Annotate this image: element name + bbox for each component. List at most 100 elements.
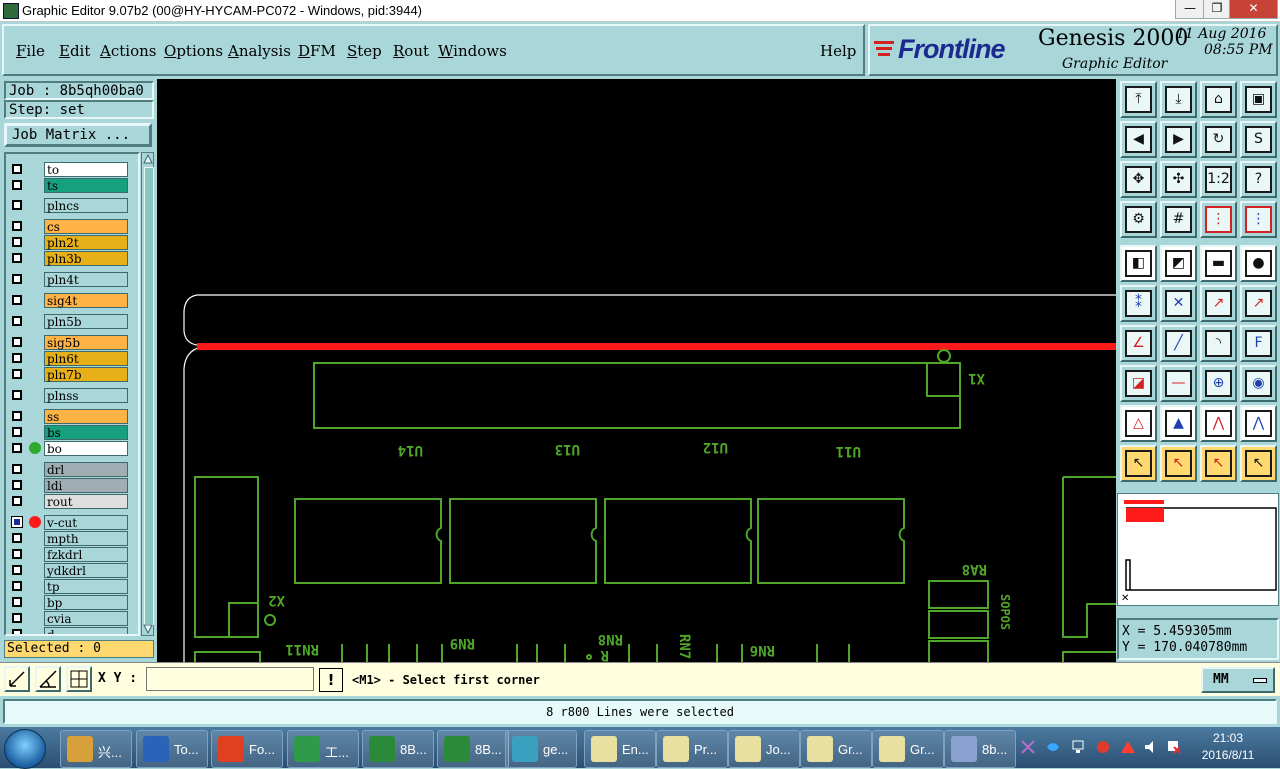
layer-name[interactable]: drl [44, 462, 128, 477]
taskbar-button[interactable]: Jo... [728, 730, 800, 768]
tray-security-icon[interactable] [1095, 739, 1111, 755]
scrollbar-thumb[interactable] [144, 167, 154, 625]
ruler-button[interactable]: ▬ [1200, 245, 1237, 282]
fit-window-button[interactable]: ▣ [1240, 81, 1277, 118]
menu-help[interactable]: Help [820, 42, 856, 60]
select-circle-button[interactable]: ↖ [1200, 445, 1237, 482]
layer-row[interactable]: tp [8, 579, 128, 594]
select-box-button[interactable]: ↖ [1160, 445, 1197, 482]
minimap-drawing[interactable]: ✕ [1118, 494, 1278, 605]
layer-checkbox[interactable] [12, 221, 22, 231]
zoom-in-button[interactable]: ✥ [1120, 161, 1157, 198]
taskbar-button[interactable]: 工... [287, 730, 359, 768]
zoom-page-button[interactable]: ⤓ [1160, 81, 1197, 118]
layer-row[interactable]: rout [8, 494, 128, 509]
text-button[interactable]: F [1240, 325, 1277, 362]
layer-name[interactable]: to [44, 162, 128, 177]
layer-checkbox[interactable] [12, 480, 22, 490]
menu-windows[interactable]: Windows [438, 42, 507, 60]
taskbar-button[interactable]: ge... [505, 730, 577, 768]
shape-button[interactable]: ◩ [1160, 245, 1197, 282]
move-button[interactable]: ↗ [1240, 285, 1277, 322]
layer-checkbox[interactable] [12, 390, 22, 400]
menu-file[interactable]: File [16, 42, 45, 60]
menu-dfm[interactable]: DFM [298, 42, 336, 60]
layer-name[interactable]: ts [44, 178, 128, 193]
menu-analysis[interactable]: Analysis [228, 42, 291, 60]
triangle-red-button[interactable]: △ [1120, 405, 1157, 442]
clock-date[interactable]: 2016/8/11 [1196, 748, 1260, 762]
layer-checkbox[interactable] [12, 597, 22, 607]
layer-name[interactable]: plncs [44, 198, 128, 213]
layer-checkbox[interactable] [12, 549, 22, 559]
layer-checkbox[interactable] [12, 369, 22, 379]
layer-name[interactable]: pln4t [44, 272, 128, 287]
layer-name[interactable]: bp [44, 595, 128, 610]
menu-actions[interactable]: Actions [100, 42, 156, 60]
layer-list-scrollbar[interactable] [141, 152, 154, 636]
ic-u11[interactable] [757, 498, 905, 584]
layer-row[interactable]: drl [8, 462, 128, 477]
layer-name[interactable]: plnss [44, 388, 128, 403]
tray-flag-icon[interactable] [1166, 739, 1182, 755]
layer-row[interactable]: pln4t [8, 272, 128, 287]
ic-u13[interactable] [449, 498, 597, 584]
pad-button[interactable]: ● [1240, 245, 1277, 282]
layer-name[interactable]: ldi [44, 478, 128, 493]
taskbar-button[interactable]: Pr... [656, 730, 728, 768]
tray-ime-icon[interactable] [1020, 739, 1036, 755]
layer-row[interactable]: bs [8, 425, 128, 440]
graphic-canvas[interactable]: U14 U13 U12 U11 X1 X2 RA8 RN11 RN9 RN8 R… [157, 79, 1116, 662]
units-selector[interactable]: MM [1201, 667, 1275, 693]
film-button[interactable]: ◧ [1120, 245, 1157, 282]
layer-row[interactable]: ldi [8, 478, 128, 493]
layer-checkbox[interactable] [12, 353, 22, 363]
snap-button[interactable]: S [1240, 121, 1277, 158]
layer-checkbox[interactable] [12, 253, 22, 263]
clock-time[interactable]: 21:03 [1196, 731, 1260, 745]
resistor-ra8[interactable] [928, 580, 989, 609]
help-button[interactable]: ? [1240, 161, 1277, 198]
select-path-button[interactable]: ↖ [1240, 445, 1277, 482]
menu-step[interactable]: Step [347, 42, 382, 60]
layer-row[interactable]: cvia [8, 611, 128, 626]
taskbar-button[interactable]: Gr... [872, 730, 944, 768]
line-button[interactable]: ╱ [1160, 325, 1197, 362]
taskbar-button[interactable]: 8b... [944, 730, 1016, 768]
layer-name[interactable]: mpth [44, 531, 128, 546]
triangle-blue-button[interactable]: ▲ [1160, 405, 1197, 442]
layer-row[interactable]: pln7b [8, 367, 128, 382]
layer-checkbox[interactable] [12, 427, 22, 437]
snap-off-button[interactable] [4, 666, 30, 692]
menu-options[interactable]: Options [164, 42, 223, 60]
scroll-up-icon[interactable] [143, 154, 153, 164]
tray-action-center-icon[interactable] [1120, 739, 1136, 755]
layer-name[interactable]: bo [44, 441, 128, 456]
home-button[interactable]: ⌂ [1200, 81, 1237, 118]
grid-button[interactable]: # [1160, 201, 1197, 238]
layer-row[interactable]: ts [8, 178, 128, 193]
resistor-block-2[interactable] [928, 640, 989, 662]
layer-row[interactable]: pln5b [8, 314, 128, 329]
layer-checkbox[interactable] [12, 533, 22, 543]
layer-name[interactable]: rout [44, 494, 128, 509]
net-blue-button[interactable]: ⋮ [1240, 201, 1277, 238]
close-button[interactable]: ✕ [1229, 0, 1278, 19]
split-button[interactable]: — [1160, 365, 1197, 402]
snap-point-button[interactable]: ◪ [1120, 365, 1157, 402]
layer-name[interactable]: fzkdrl [44, 547, 128, 562]
layer-checkbox[interactable] [11, 516, 23, 528]
layer-row[interactable]: pln2t [8, 235, 128, 250]
layer-row[interactable]: sig5b [8, 335, 128, 350]
tray-network-icon[interactable] [1070, 739, 1086, 755]
ic-u14[interactable] [294, 498, 442, 584]
cross-button[interactable]: ✕ [1160, 285, 1197, 322]
layer-name[interactable]: cvia [44, 611, 128, 626]
taskbar-button[interactable]: 8B... [437, 730, 509, 768]
layer-row[interactable]: sig4t [8, 293, 128, 308]
measure-button[interactable]: ⚙ [1120, 201, 1157, 238]
layer-name[interactable]: cs [44, 219, 128, 234]
window-title-bar[interactable]: Graphic Editor 9.07b2 (00@HY-HYCAM-PC072… [0, 0, 1280, 22]
arc-button[interactable]: ◝ [1200, 325, 1237, 362]
arch-button[interactable]: ⋀ [1200, 405, 1237, 442]
